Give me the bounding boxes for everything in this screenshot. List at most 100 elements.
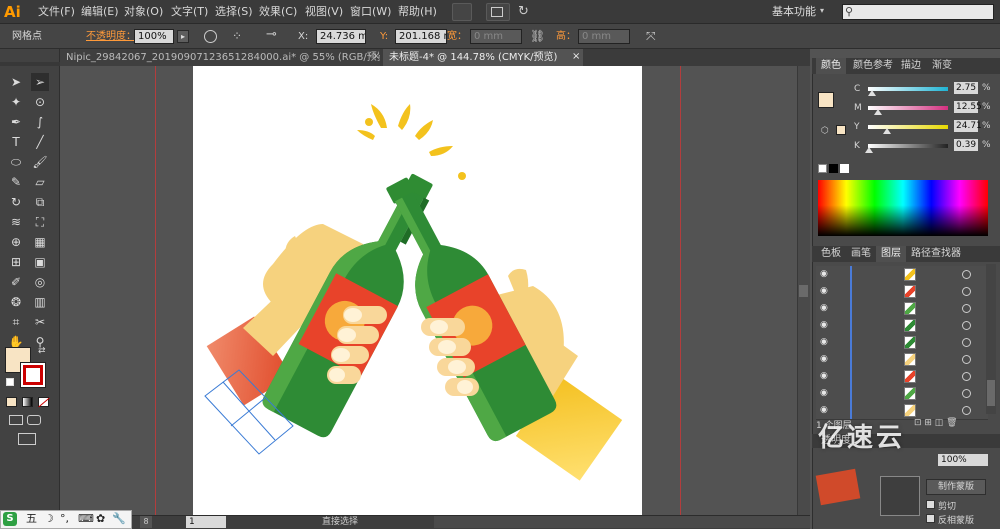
layer-row[interactable]: ◉ [816, 300, 988, 318]
arrange-documents-button[interactable] [486, 3, 510, 21]
tab-layers[interactable]: 图层 [876, 246, 906, 262]
target-circle-icon[interactable] [962, 321, 971, 330]
ime-skin-icon[interactable]: ✿ [96, 512, 105, 526]
color-mode-icon[interactable] [6, 397, 17, 407]
target-circle-icon[interactable] [962, 304, 971, 313]
ime-punctuation-icon[interactable]: °, [60, 512, 69, 526]
visibility-eye-icon[interactable]: ◉ [820, 287, 831, 296]
menu-view[interactable]: 视图(V) [305, 0, 343, 24]
visibility-eye-icon[interactable]: ◉ [820, 304, 831, 313]
in-gamut-swatch[interactable] [836, 125, 846, 135]
eraser-tool-icon[interactable]: ▱ [31, 173, 49, 191]
tab-brushes[interactable]: 画笔 [846, 246, 876, 262]
channel-y-input[interactable]: 24.71 [954, 120, 982, 132]
mesh-tool-icon[interactable]: ⊞ [7, 253, 25, 271]
layer-row[interactable]: ◉ [816, 266, 988, 284]
channel-k-input[interactable]: 0.39 [954, 139, 978, 151]
scrollbar-thumb[interactable] [799, 285, 808, 297]
layer-row[interactable]: ◉ [816, 334, 988, 352]
ime-keyboard-icon[interactable]: ⌨ [78, 512, 94, 526]
default-colors-icon[interactable] [6, 378, 14, 386]
height-input[interactable]: 0 mm [578, 29, 630, 44]
ime-mode[interactable]: 五 [26, 512, 37, 526]
layer-row[interactable]: ◉ [816, 283, 988, 301]
draw-behind-icon[interactable] [27, 415, 41, 425]
target-circle-icon[interactable] [962, 389, 971, 398]
invert-mask-checkbox[interactable] [926, 514, 935, 523]
link-icon[interactable]: ⛓ [530, 29, 546, 44]
channel-y-knob[interactable] [883, 128, 891, 134]
recolor-icon[interactable] [204, 30, 217, 43]
width-input[interactable]: 0 mm [470, 29, 522, 44]
horizontal-scrollbar[interactable] [434, 516, 810, 528]
slice-tool-icon[interactable]: ✂ [31, 313, 49, 331]
tools-panel-grip[interactable] [0, 62, 60, 66]
document-tab-nipic[interactable]: Nipic_29842067_20190907123651284000.ai* … [60, 49, 380, 66]
target-circle-icon[interactable] [962, 338, 971, 347]
target-circle-icon[interactable] [962, 287, 971, 296]
opacity-label[interactable]: 不透明度： [86, 24, 136, 49]
rotate-tool-icon[interactable]: ↻ [7, 193, 25, 211]
channel-c-knob[interactable] [868, 90, 876, 96]
ime-logo-icon[interactable]: S [3, 512, 17, 526]
shape-builder-tool-icon[interactable]: ⊕ [7, 233, 25, 251]
menu-effect[interactable]: 效果(C) [259, 0, 297, 24]
target-circle-icon[interactable] [962, 355, 971, 364]
visibility-eye-icon[interactable]: ◉ [820, 338, 831, 347]
menu-help[interactable]: 帮助(H) [398, 0, 437, 24]
channel-k-knob[interactable] [865, 147, 873, 153]
layer-row[interactable]: ◉ [816, 317, 988, 335]
selection-tool-icon[interactable]: ➤ [7, 73, 25, 91]
clip-checkbox[interactable] [926, 500, 935, 509]
channel-m-input[interactable]: 12.55 [954, 101, 982, 113]
draw-normal-icon[interactable] [9, 415, 23, 425]
ime-tools-icon[interactable]: 🔧 [112, 512, 126, 526]
none-swatch-icon[interactable] [818, 164, 827, 173]
layer-row[interactable]: ◉ [816, 368, 988, 386]
channel-k-slider[interactable] [868, 144, 948, 148]
visibility-eye-icon[interactable]: ◉ [820, 389, 831, 398]
x-input[interactable]: 24.736 m [316, 29, 366, 44]
opacity-input[interactable]: 100% [134, 29, 174, 44]
column-graph-tool-icon[interactable]: ▥ [31, 293, 49, 311]
artboard-number-input[interactable]: 1 [186, 516, 226, 528]
channel-m-knob[interactable] [874, 109, 882, 115]
zoom-value[interactable]: 8 [140, 516, 152, 528]
visibility-eye-icon[interactable]: ◉ [820, 372, 831, 381]
tab-pathfinder[interactable]: 路径查找器 [906, 246, 966, 262]
reference-point-icon[interactable]: ⁘ [232, 29, 250, 44]
eyedropper-tool-icon[interactable]: ✐ [7, 273, 25, 291]
visibility-eye-icon[interactable]: ◉ [820, 321, 831, 330]
layer-row[interactable]: ◉ [816, 351, 988, 369]
out-of-gamut-icon[interactable]: ⬡ [821, 126, 829, 136]
workspace-switcher[interactable]: 基本功能 [772, 0, 816, 24]
blend-tool-icon[interactable]: ◎ [31, 273, 49, 291]
warp-tool-icon[interactable]: ≋ [7, 213, 25, 231]
opacity-dropdown[interactable]: ▸ [177, 30, 189, 43]
menu-type[interactable]: 文字(T) [171, 0, 208, 24]
y-input[interactable]: 201.168 m [395, 29, 447, 44]
panel-fill-swatch[interactable] [818, 92, 834, 108]
perspective-grid-tool-icon[interactable]: ▦ [31, 233, 49, 251]
target-circle-icon[interactable] [962, 372, 971, 381]
lasso-tool-icon[interactable]: ⊙ [31, 93, 49, 111]
magic-wand-tool-icon[interactable]: ✦ [7, 93, 25, 111]
menu-window[interactable]: 窗口(W) [350, 0, 391, 24]
bridge-button[interactable] [452, 3, 472, 21]
none-mode-icon[interactable] [38, 397, 50, 408]
ellipse-tool-icon[interactable]: ⬭ [7, 153, 25, 171]
tab-color[interactable]: 颜色 [816, 58, 846, 74]
black-swatch[interactable] [829, 164, 838, 173]
line-tool-icon[interactable]: ╱ [31, 133, 49, 151]
direct-selection-tool-icon[interactable]: ➢ [31, 73, 49, 91]
layers-scrollbar-thumb[interactable] [987, 380, 995, 406]
visibility-eye-icon[interactable]: ◉ [820, 406, 831, 415]
channel-c-input[interactable]: 2.75 [954, 82, 978, 94]
stroke-swatch[interactable] [20, 362, 46, 388]
menu-select[interactable]: 选择(S) [215, 0, 253, 24]
transform-icon[interactable]: ⤧ [646, 29, 662, 44]
curvature-tool-icon[interactable]: ∫ [31, 113, 49, 131]
document-tab-untitled[interactable]: 未标题-4* @ 144.78% (CMYK/预览) [383, 49, 583, 66]
layer-row[interactable]: ◉ [816, 385, 988, 403]
target-circle-icon[interactable] [962, 406, 971, 415]
